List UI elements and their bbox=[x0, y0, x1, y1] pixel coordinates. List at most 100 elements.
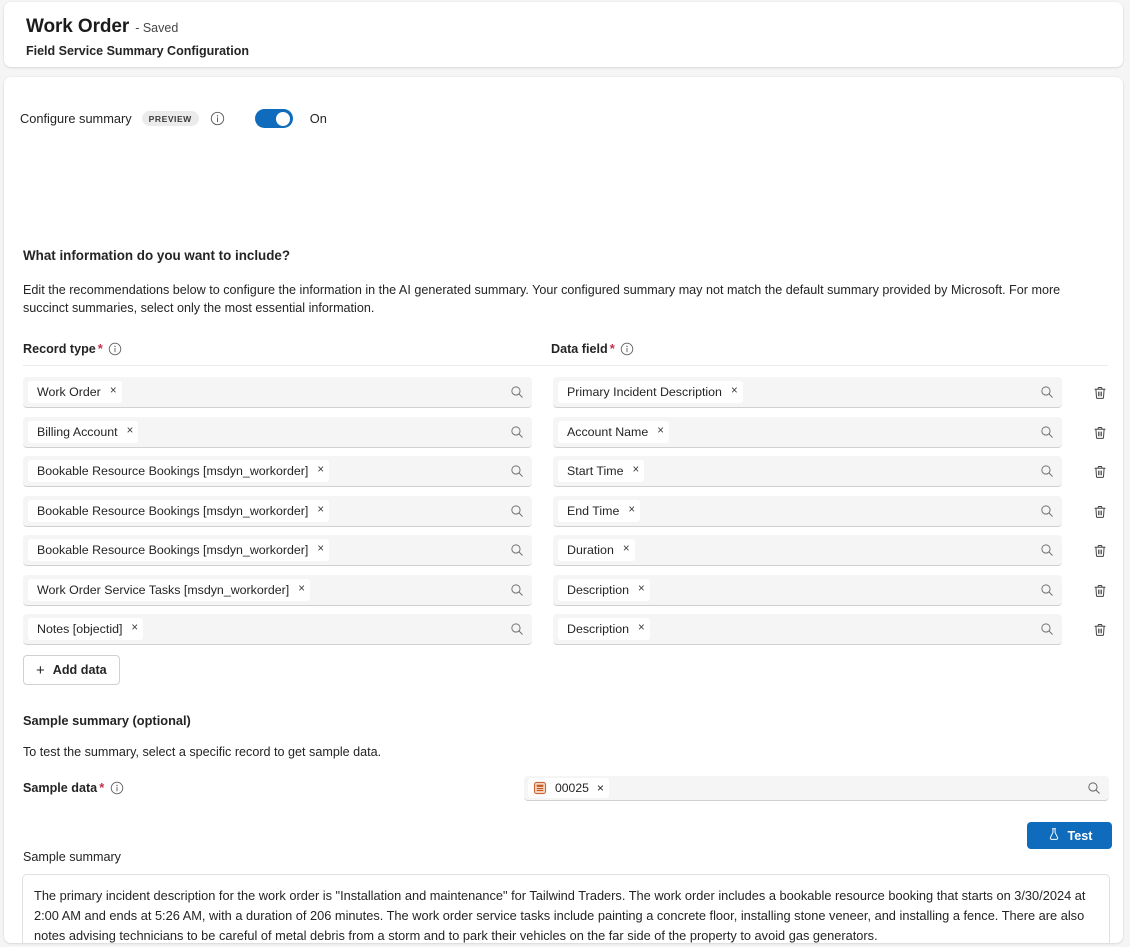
sample-data-label-text: Sample data bbox=[23, 781, 97, 795]
remove-record-type-icon[interactable]: × bbox=[127, 426, 134, 438]
record-type-search-icon[interactable] bbox=[508, 502, 526, 520]
configuration-row: Bookable Resource Bookings [msdyn_workor… bbox=[4, 535, 1123, 575]
toggle-knob bbox=[276, 112, 290, 126]
record-type-value: Bookable Resource Bookings [msdyn_workor… bbox=[37, 543, 308, 557]
remove-record-type-icon[interactable]: × bbox=[131, 623, 138, 635]
record-type-pill: Bookable Resource Bookings [msdyn_workor… bbox=[28, 500, 329, 522]
record-type-info-icon[interactable] bbox=[108, 341, 123, 356]
record-type-value: Work Order Service Tasks [msdyn_workorde… bbox=[37, 583, 289, 597]
delete-row-button[interactable] bbox=[1090, 383, 1110, 403]
record-type-input[interactable]: Bookable Resource Bookings [msdyn_workor… bbox=[23, 496, 532, 527]
data-field-search-icon[interactable] bbox=[1038, 581, 1056, 599]
record-type-search-icon[interactable] bbox=[508, 462, 526, 480]
record-type-value: Bookable Resource Bookings [msdyn_workor… bbox=[37, 504, 308, 518]
data-field-value: Description bbox=[567, 583, 629, 597]
record-type-input[interactable]: Notes [objectid] × bbox=[23, 614, 532, 645]
configuration-row: Billing Account × Account Name × bbox=[4, 417, 1123, 457]
delete-row-button[interactable] bbox=[1090, 620, 1110, 640]
remove-record-type-icon[interactable]: × bbox=[317, 544, 324, 556]
test-button[interactable]: Test bbox=[1027, 822, 1112, 849]
sample-summary-heading: Sample summary (optional) bbox=[23, 713, 191, 728]
record-type-search-icon[interactable] bbox=[508, 541, 526, 559]
data-field-search-icon[interactable] bbox=[1038, 462, 1056, 480]
sample-data-label: Sample data * bbox=[23, 780, 124, 795]
data-field-header-text: Data field bbox=[551, 342, 608, 356]
sample-summary-description: To test the summary, select a specific r… bbox=[23, 745, 381, 759]
data-field-required-marker: * bbox=[610, 342, 615, 355]
work-order-record-icon bbox=[532, 781, 547, 796]
delete-row-button[interactable] bbox=[1090, 581, 1110, 601]
record-type-input[interactable]: Bookable Resource Bookings [msdyn_workor… bbox=[23, 535, 532, 566]
record-type-input[interactable]: Work Order × bbox=[23, 377, 532, 408]
delete-row-button[interactable] bbox=[1090, 502, 1110, 522]
data-field-value: End Time bbox=[567, 504, 619, 518]
record-type-value: Billing Account bbox=[37, 425, 118, 439]
configure-summary-toggle[interactable] bbox=[255, 109, 293, 128]
section-description: Edit the recommendations below to config… bbox=[23, 281, 1075, 317]
record-type-pill: Work Order Service Tasks [msdyn_workorde… bbox=[28, 579, 310, 601]
remove-sample-data-icon[interactable]: × bbox=[597, 781, 604, 795]
record-type-search-icon[interactable] bbox=[508, 423, 526, 441]
remove-record-type-icon[interactable]: × bbox=[317, 505, 324, 517]
data-field-input[interactable]: Account Name × bbox=[553, 417, 1062, 448]
data-field-input[interactable]: End Time × bbox=[553, 496, 1062, 527]
remove-data-field-icon[interactable]: × bbox=[638, 584, 645, 596]
delete-row-button[interactable] bbox=[1090, 462, 1110, 482]
plus-icon: + bbox=[36, 663, 45, 678]
data-field-input[interactable]: Primary Incident Description× bbox=[553, 377, 1062, 408]
configuration-card: Configure summary PREVIEW On What inform… bbox=[4, 77, 1123, 943]
record-type-pill: Bookable Resource Bookings [msdyn_workor… bbox=[28, 460, 329, 482]
sample-data-search-icon[interactable] bbox=[1085, 779, 1103, 797]
record-type-pill: Billing Account × bbox=[28, 421, 138, 443]
data-field-pill: Description× bbox=[558, 618, 650, 640]
data-field-input[interactable]: Description× bbox=[553, 614, 1062, 645]
record-type-input[interactable]: Billing Account × bbox=[23, 417, 532, 448]
remove-data-field-icon[interactable]: × bbox=[628, 505, 635, 517]
remove-record-type-icon[interactable]: × bbox=[110, 386, 117, 398]
data-field-search-icon[interactable] bbox=[1038, 502, 1056, 520]
page-header-card: Work Order - Saved Field Service Summary… bbox=[4, 2, 1123, 67]
record-type-input[interactable]: Bookable Resource Bookings [msdyn_workor… bbox=[23, 456, 532, 487]
remove-record-type-icon[interactable]: × bbox=[298, 584, 305, 596]
data-field-pill: Start Time× bbox=[558, 460, 644, 482]
delete-row-button[interactable] bbox=[1090, 541, 1110, 561]
sample-summary-output-label: Sample summary bbox=[23, 850, 121, 864]
data-field-pill: End Time × bbox=[558, 500, 640, 522]
remove-data-field-icon[interactable]: × bbox=[623, 544, 630, 556]
data-field-search-icon[interactable] bbox=[1038, 423, 1056, 441]
delete-row-button[interactable] bbox=[1090, 423, 1110, 443]
record-type-search-icon[interactable] bbox=[508, 620, 526, 638]
toggle-state-label: On bbox=[310, 111, 327, 126]
data-field-input[interactable]: Start Time× bbox=[553, 456, 1062, 487]
add-data-button[interactable]: + Add data bbox=[23, 655, 120, 685]
sample-data-input[interactable]: 00025 × bbox=[524, 776, 1109, 801]
data-field-search-icon[interactable] bbox=[1038, 620, 1056, 638]
record-type-value: Notes [objectid] bbox=[37, 622, 122, 636]
remove-data-field-icon[interactable]: × bbox=[657, 426, 664, 438]
sample-data-info-icon[interactable] bbox=[109, 780, 124, 795]
preview-badge: PREVIEW bbox=[142, 111, 199, 126]
page-title-text: Work Order bbox=[26, 16, 129, 38]
configuration-row: Notes [objectid]×Description× bbox=[4, 614, 1123, 654]
configuration-row: Work Order Service Tasks [msdyn_workorde… bbox=[4, 575, 1123, 615]
data-field-search-icon[interactable] bbox=[1038, 541, 1056, 559]
record-type-value: Work Order bbox=[37, 385, 101, 399]
data-field-info-icon[interactable] bbox=[620, 341, 635, 356]
data-field-pill: Account Name × bbox=[558, 421, 669, 443]
record-type-column-header: Record type * bbox=[23, 341, 123, 356]
data-field-input[interactable]: Description × bbox=[553, 575, 1062, 606]
remove-record-type-icon[interactable]: × bbox=[317, 465, 324, 477]
data-field-search-icon[interactable] bbox=[1038, 383, 1056, 401]
remove-data-field-icon[interactable]: × bbox=[731, 386, 738, 398]
data-field-value: Account Name bbox=[567, 425, 648, 439]
configure-summary-info-icon[interactable] bbox=[210, 111, 225, 126]
record-type-search-icon[interactable] bbox=[508, 383, 526, 401]
remove-data-field-icon[interactable]: × bbox=[632, 465, 639, 477]
remove-data-field-icon[interactable]: × bbox=[638, 623, 645, 635]
data-field-input[interactable]: Duration × bbox=[553, 535, 1062, 566]
record-type-search-icon[interactable] bbox=[508, 581, 526, 599]
record-type-input[interactable]: Work Order Service Tasks [msdyn_workorde… bbox=[23, 575, 532, 606]
data-field-column-header: Data field * bbox=[551, 341, 635, 356]
data-field-value: Duration bbox=[567, 543, 614, 557]
page-subtitle: Field Service Summary Configuration bbox=[26, 44, 249, 58]
